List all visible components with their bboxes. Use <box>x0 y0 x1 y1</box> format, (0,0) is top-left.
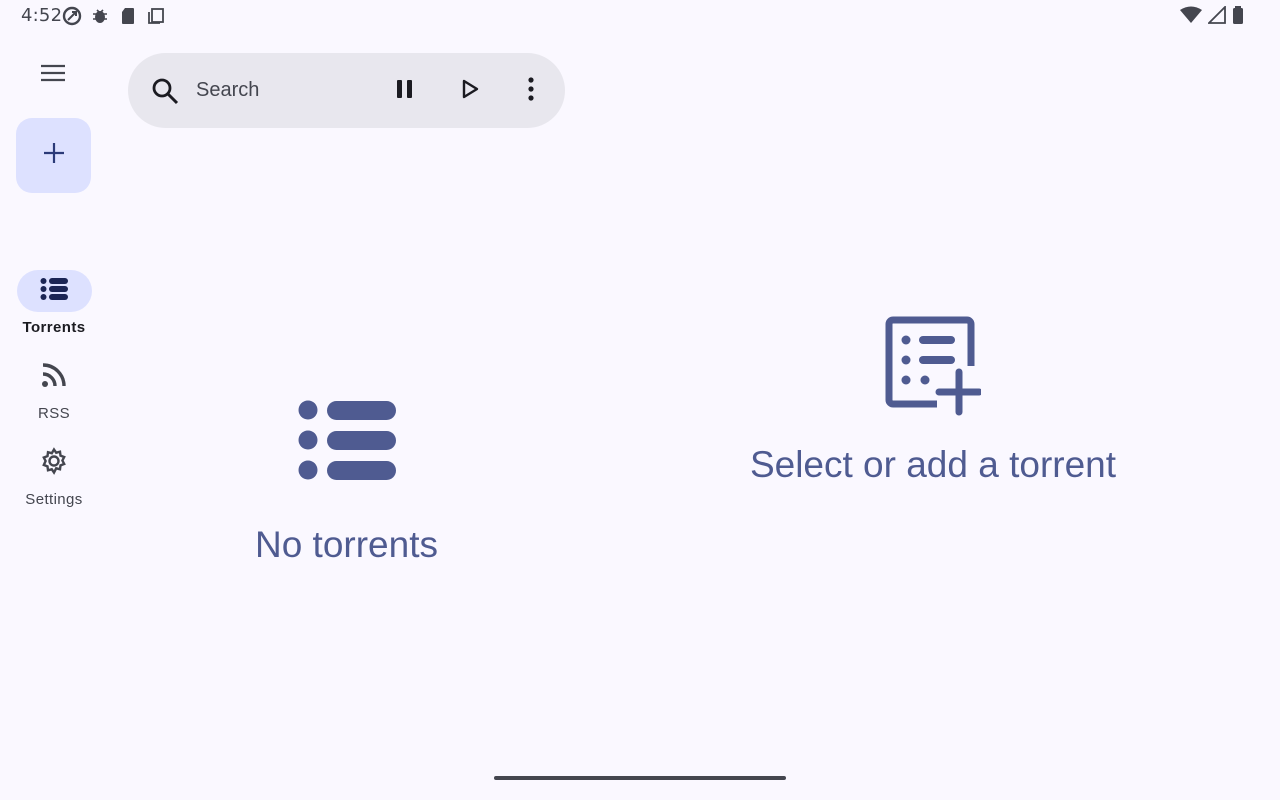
nav-pill-torrents <box>16 270 92 312</box>
nav-item-rss[interactable]: RSS <box>0 356 108 422</box>
gear-icon <box>40 446 68 480</box>
nav-label-settings: Settings <box>25 491 83 508</box>
battery-icon <box>1232 6 1244 29</box>
status-right-icons <box>1180 4 1244 29</box>
list-icon <box>128 400 565 480</box>
navigation-rail: Torrents RSS Settings <box>0 32 108 800</box>
pause-all-button[interactable] <box>386 72 424 110</box>
no-torrents-text: No torrents <box>254 524 438 565</box>
pause-icon <box>395 78 415 105</box>
copy-icon <box>146 6 166 26</box>
select-torrent-text: Select or add a torrent <box>749 444 1117 485</box>
nav-item-settings[interactable]: Settings <box>0 442 108 508</box>
status-left-icons <box>62 6 166 26</box>
nav-pill-settings <box>17 442 92 484</box>
search-bar <box>128 53 565 128</box>
menu-button[interactable] <box>30 60 76 90</box>
bug-icon <box>90 6 110 26</box>
wifi-icon <box>1180 6 1202 29</box>
add-icon <box>43 142 65 169</box>
list-icon <box>40 277 68 306</box>
data-saver-icon <box>62 6 82 26</box>
search-icon <box>151 77 179 110</box>
resume-all-button[interactable] <box>451 72 489 110</box>
nav-item-torrents[interactable]: Torrents <box>0 270 108 336</box>
gesture-navigation-bar[interactable] <box>494 776 786 780</box>
nav-pill-rss <box>17 356 92 398</box>
status-bar: 4:52 <box>0 0 1280 32</box>
torrent-detail-empty-state: Select or add a torrent <box>733 316 1133 486</box>
add-torrent-fab[interactable] <box>16 118 91 193</box>
sd-card-icon <box>118 6 138 26</box>
more-options-button[interactable] <box>512 72 550 110</box>
more-vert-icon <box>527 76 535 106</box>
search-input[interactable] <box>196 73 366 107</box>
play-icon <box>460 78 480 105</box>
status-time: 4:52 <box>21 5 63 26</box>
torrent-list-empty-state: No torrents <box>128 400 565 566</box>
cell-signal-icon <box>1206 4 1226 29</box>
playlist-add-icon <box>733 316 1133 416</box>
nav-label-torrents: Torrents <box>22 319 86 336</box>
rss-icon <box>41 362 67 393</box>
menu-icon <box>40 63 66 88</box>
nav-label-rss: RSS <box>37 405 71 422</box>
